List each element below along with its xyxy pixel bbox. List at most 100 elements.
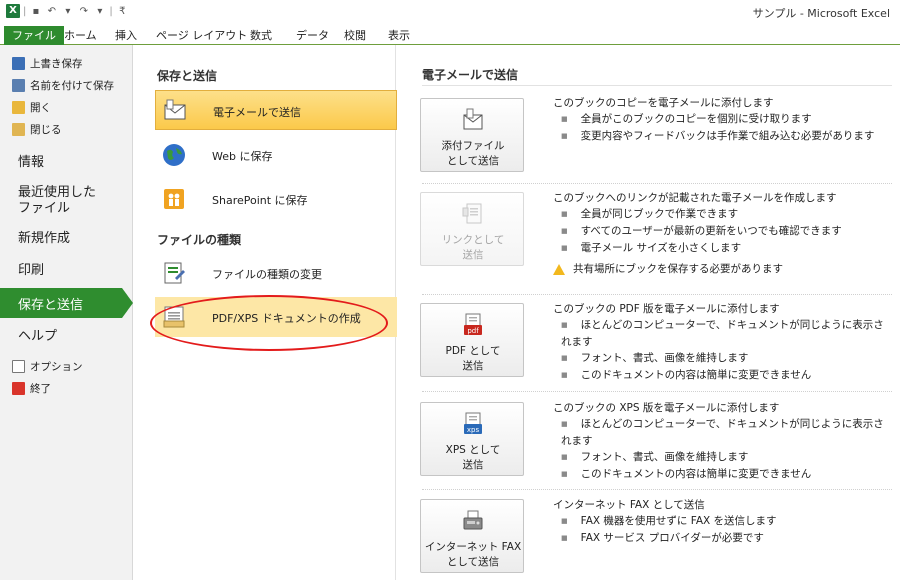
link-bullet: すべてのユーザーが最新の更新をいつでも確認できます [553,223,893,240]
customize-qat-icon[interactable]: ₹ [116,5,129,18]
nav-close[interactable]: 閉じる [12,120,62,138]
redo-icon[interactable]: ↷ [77,5,90,18]
svg-text:xps: xps [467,426,480,434]
pdf-bullet: フォント、書式、画像を維持します [553,350,893,367]
tab-home[interactable]: ホーム [58,26,103,45]
nav-info[interactable]: 情報 [18,155,44,171]
nav-exit[interactable]: 終了 [12,379,51,397]
send-as-internet-fax-label-line2: として送信 [446,556,500,568]
pdf-heading: このブックの PDF 版を電子メールに添付します [553,303,780,315]
fax-bullet: FAX 機器を使用せずに FAX を送信します [553,513,893,530]
send-as-attachment-button[interactable]: 添付ファイル として送信 [420,98,524,172]
attachment-icon [463,108,483,130]
warning-icon [553,263,565,275]
section-save-send-title: 保存と送信 [157,69,218,83]
open-folder-icon [12,100,25,114]
pdf-description: このブックの PDF 版を電子メールに添付します ほとんどのコンピューターで、ド… [553,301,893,384]
undo-icon[interactable]: ↶ [45,5,58,18]
tab-view[interactable]: 表示 [382,26,416,45]
nav-exit-label: 終了 [30,382,51,395]
send-as-link-label: リンクとして 送信 [421,233,525,263]
option-change-file-type-label: ファイルの種類の変更 [212,268,322,281]
save-as-icon [12,78,25,92]
send-as-internet-fax-button[interactable]: インターネット FAX として送信 [420,499,524,573]
row-separator [422,489,892,490]
xps-icon: xps [464,412,482,434]
exit-icon [12,381,25,395]
save-icon[interactable]: ▪ [29,5,42,18]
option-save-sharepoint[interactable]: SharePoint に保存 [155,179,397,219]
window-title: サンプル - Microsoft Excel [752,7,890,20]
nav-open-label: 開く [30,101,51,114]
send-as-pdf-label-line2: 送信 [462,360,484,372]
nav-open[interactable]: 開く [12,98,51,116]
send-as-pdf-button[interactable]: pdf PDF として 送信 [420,303,524,377]
send-as-xps-button[interactable]: xps XPS として 送信 [420,402,524,476]
tab-review[interactable]: 校閲 [338,26,372,45]
dropdown-icon[interactable]: ▾ [93,5,106,18]
save-icon [12,56,25,70]
send-as-pdf-label: PDF として 送信 [421,344,525,374]
nav-new[interactable]: 新規作成 [18,231,70,247]
tab-formulas[interactable]: 数式 [244,26,278,45]
link-warning-text: 共有場所にブックを保存する必要があります [573,263,783,275]
nav-save-send-label: 保存と送信 [18,298,84,313]
send-as-pdf-label-line1: PDF として [445,345,501,357]
nav-options[interactable]: オプション [12,357,83,375]
link-description: このブックへのリンクが記載された電子メールを作成します 全員が同じブックで作業で… [553,190,893,277]
link-bullet: 電子メール サイズを小さくします [553,240,893,257]
ribbon-tabs: ファイル ホーム 挿入 ページ レイアウト 数式 データ 校閲 表示 [0,24,900,45]
fax-description: インターネット FAX として送信 FAX 機器を使用せずに FAX を送信しま… [553,497,893,547]
option-save-web[interactable]: Web に保存 [155,135,397,175]
send-as-link-label-line1: リンクとして [441,234,505,246]
link-bullet: 全員が同じブックで作業できます [553,206,893,223]
nav-save-send[interactable]: 保存と送信 [0,288,133,318]
pdf-bullet: ほとんどのコンピューターで、ドキュメントが同じように表示されます [553,317,893,350]
close-folder-icon [12,122,25,136]
option-save-web-label: Web に保存 [212,150,273,163]
link-heading: このブックへのリンクが記載された電子メールを作成します [553,192,837,204]
option-change-file-type[interactable]: ファイルの種類の変更 [155,253,397,293]
xps-bullet: ほとんどのコンピューターで、ドキュメントが同じように表示されます [553,416,893,449]
link-warning: 共有場所にブックを保存する必要があります [553,261,893,277]
svg-text:pdf: pdf [467,327,479,335]
options-icon [12,359,25,373]
annotation-highlight-ellipse [150,295,388,351]
attachment-heading: このブックのコピーを電子メールに添付します [553,97,774,109]
sharepoint-icon [164,189,184,209]
attachment-bullet: 全員がこのブックのコピーを個別に受け取ります [553,111,893,128]
send-as-internet-fax-label-line1: インターネット FAX [424,541,522,553]
nav-save-as[interactable]: 名前を付けて保存 [12,76,114,94]
nav-close-label: 閉じる [30,123,62,136]
send-as-attachment-label-line2: として送信 [446,155,500,167]
email-attachment-icon [164,99,186,120]
nav-help[interactable]: ヘルプ [18,329,57,345]
tab-insert[interactable]: 挿入 [109,26,143,45]
excel-app-icon[interactable]: X [6,4,20,18]
nav-save[interactable]: 上書き保存 [12,54,83,72]
tab-file[interactable]: ファイル [4,26,64,45]
attachment-description: このブックのコピーを電子メールに添付します 全員がこのブックのコピーを個別に受け… [553,95,893,145]
tab-data[interactable]: データ [290,26,335,45]
tab-page-layout[interactable]: ページ レイアウト [150,26,253,45]
send-as-link-button[interactable]: リンクとして 送信 [420,192,524,266]
fax-icon [463,510,483,530]
nav-print[interactable]: 印刷 [18,263,44,279]
backstage-nav: 上書き保存 名前を付けて保存 開く 閉じる 情報 最近使用した ファイル 新規作… [0,45,133,580]
option-save-sharepoint-label: SharePoint に保存 [212,194,308,207]
option-send-email[interactable]: 電子メールで送信 [155,90,397,130]
xps-bullet: このドキュメントの内容は簡単に変更できません [553,466,893,483]
globe-icon [163,144,185,166]
nav-save-label: 上書き保存 [30,57,83,70]
section-file-types-title: ファイルの種類 [157,233,242,247]
dropdown-icon[interactable]: ▾ [61,5,74,18]
nav-save-as-label: 名前を付けて保存 [30,79,114,92]
fax-bullet: FAX サービス プロバイダーが必要です [553,530,893,547]
xps-heading: このブックの XPS 版を電子メールに添付します [553,402,780,414]
send-as-link-label-line2: 送信 [462,249,484,261]
send-as-xps-label-line2: 送信 [462,459,484,471]
attachment-bullet: 変更内容やフィードバックは手作業で組み込む必要があります [553,128,893,145]
xps-description: このブックの XPS 版を電子メールに添付します ほとんどのコンピューターで、ド… [553,400,893,483]
nav-recent[interactable]: 最近使用した ファイル [18,185,96,217]
link-icon [462,203,482,224]
